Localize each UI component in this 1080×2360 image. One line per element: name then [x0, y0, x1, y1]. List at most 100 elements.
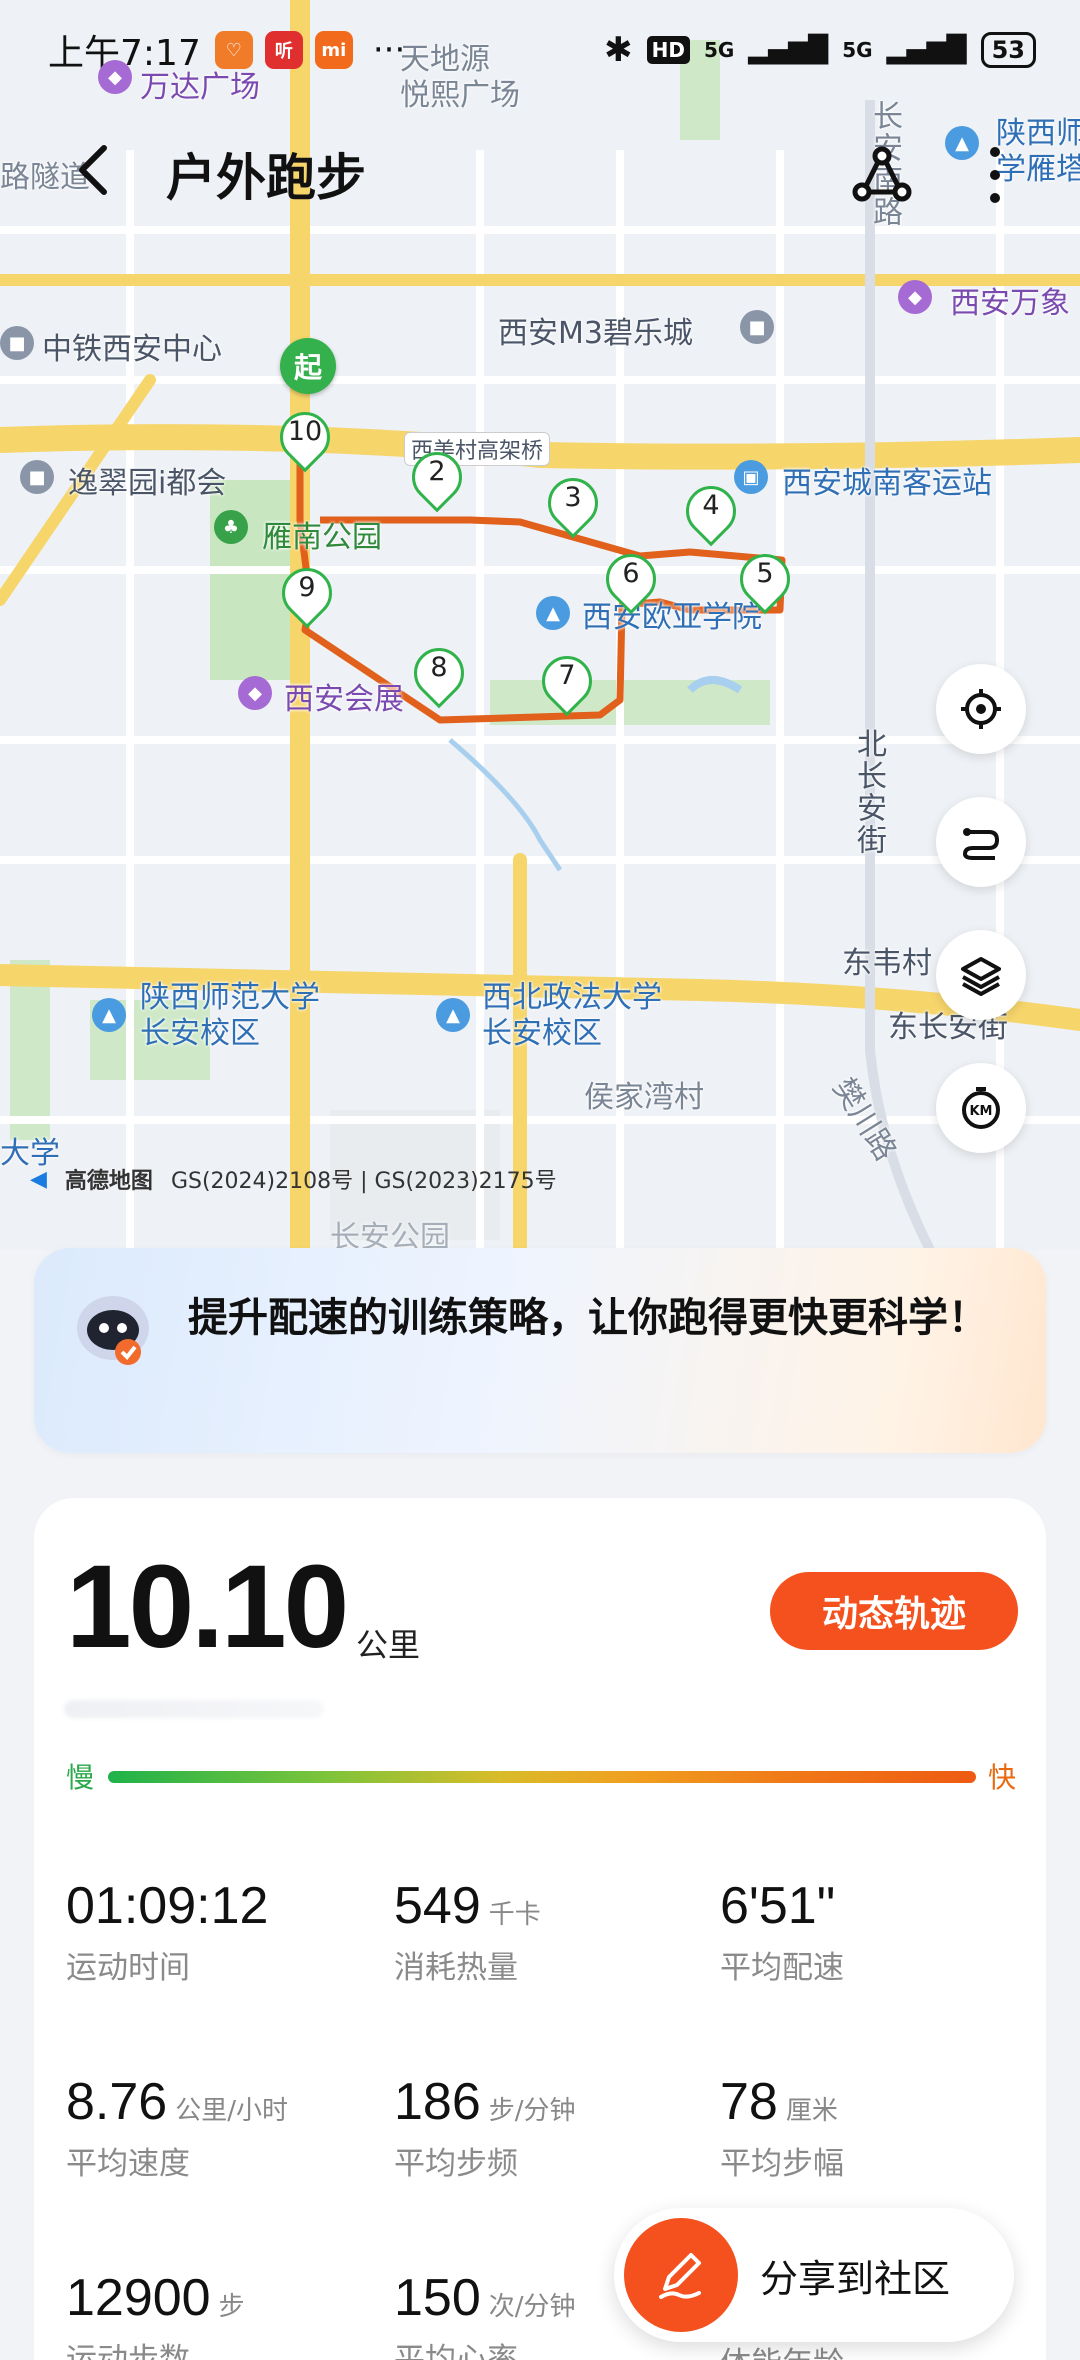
stat-cadence: 186 步/分钟 平均步频: [394, 2072, 576, 2183]
stat-calories: 549 千卡 消耗热量: [394, 1876, 541, 1987]
map-label-zhongtie: 中铁西安中心: [42, 332, 222, 367]
amap-logo-icon: ◀: [30, 1166, 47, 1192]
stat-value: 78: [720, 2073, 778, 2131]
stat-duration: 01:09:12 运动时间: [66, 1876, 268, 1987]
battery-icon: 53: [980, 32, 1036, 68]
map-label-xian-wanxiang: 西安万象: [950, 286, 1070, 321]
km-marker-2[interactable]: 2: [401, 441, 473, 516]
route-icon: [962, 828, 1000, 860]
listen-app-icon: 听: [264, 31, 303, 69]
stat-avg-pace: 6'51" 平均配速: [720, 1876, 844, 1987]
stat-unit: 厘米: [785, 2096, 838, 2126]
km-marker-number: 4: [702, 490, 720, 521]
signal-5g-label-2: 5G: [842, 38, 873, 62]
school-icon: ▲: [536, 596, 570, 630]
km-marker-3[interactable]: 3: [537, 467, 609, 542]
map-label-wanda: 万达广场: [140, 70, 260, 105]
nav-bar: 户外跑步: [0, 130, 1080, 220]
park-icon: ♣: [214, 510, 248, 544]
stat-value: 8.76: [66, 2073, 168, 2131]
stat-unit: 步/分钟: [488, 2096, 576, 2126]
map-brand: 高德地图: [64, 1169, 153, 1194]
km-marker-number: 3: [564, 482, 582, 513]
map-label-m3: 西安M3碧乐城: [498, 316, 693, 351]
stat-value: 549: [394, 1877, 481, 1935]
stat-label: 平均心率: [394, 2342, 518, 2360]
pace-legend: 慢 快: [66, 1756, 1016, 1796]
stat-value: 01:09:12: [66, 1877, 269, 1935]
signal-icon-2: ▂▄▆█: [886, 35, 967, 65]
stat-label: 平均步幅: [720, 2146, 844, 2182]
page-title: 户外跑步: [166, 149, 366, 207]
stat-label: 平均步频: [394, 2146, 518, 2182]
share-to-community-button[interactable]: 分享到社区: [614, 2208, 1014, 2342]
stat-steps: 12900 步 运动步数: [66, 2268, 245, 2360]
map-label-shaanxi-normal: 陕西师范大学长安校区: [140, 980, 320, 1051]
map-label-yanan-park: 雁南公园: [262, 520, 382, 555]
km-marker-4[interactable]: 4: [675, 475, 747, 550]
stat-label: 平均速度: [66, 2146, 190, 2182]
pace-fast-label: 快: [987, 1761, 1016, 1794]
km-marker-9[interactable]: 9: [271, 557, 343, 632]
more-button[interactable]: [975, 140, 1015, 210]
mall-icon: ◆: [98, 60, 132, 94]
stat-avg-speed: 8.76 公里/小时 平均速度: [66, 2072, 288, 2183]
km-marker-number: 7: [558, 660, 576, 691]
km-icon-text: KM: [969, 1104, 992, 1119]
back-arrow-icon: [79, 145, 107, 195]
stat-label: 运动时间: [66, 1950, 190, 1986]
signal-5g-label: 5G: [703, 38, 735, 62]
km-marker-number: 10: [287, 416, 323, 447]
stat-value: 186: [394, 2073, 481, 2131]
back-button[interactable]: [70, 140, 120, 200]
mall-icon: ◆: [898, 280, 932, 314]
mall-icon: ◆: [238, 676, 272, 710]
stat-unit: 步: [218, 2292, 245, 2322]
status-right: ✱ HD 5G ▂▄▆█ 5G ▂▄▆█ 53: [604, 30, 1036, 70]
locate-icon: [961, 689, 1001, 729]
route-toggle-button[interactable]: [936, 797, 1026, 887]
stat-label: 消耗热量: [394, 1950, 518, 1986]
route-map[interactable]: 上午7:17 ♡ 听 mi ··· ✱ HD 5G ▂▄▆█ 5G ▂▄▆█ 5…: [0, 0, 1080, 1250]
start-marker[interactable]: 起: [280, 338, 336, 394]
dynamic-track-button[interactable]: 动态轨迹: [770, 1572, 1018, 1650]
signal-icon: ▂▄▆█: [748, 35, 829, 65]
building-icon: ■: [0, 326, 34, 360]
map-label-huizhan: 西安会展: [284, 682, 404, 717]
stat-heart-rate: 150 次/分钟 平均心率: [394, 2268, 576, 2360]
km-icon: KM: [962, 1087, 1000, 1129]
school-icon: ▲: [92, 998, 126, 1032]
km-marker-10[interactable]: 10: [269, 401, 341, 476]
stat-value: 150: [394, 2269, 481, 2327]
map-label-houjiawan: 侯家湾村: [584, 1080, 704, 1115]
stat-unit: 千卡: [488, 1900, 541, 1930]
km-marker-number: 8: [430, 652, 448, 683]
stat-label: 平均配速: [720, 1950, 844, 1986]
building-icon: ■: [20, 460, 54, 494]
layers-icon: [961, 957, 1001, 996]
hd-icon: HD: [646, 36, 690, 64]
school-icon: ▲: [436, 998, 470, 1032]
km-markers-button[interactable]: KM: [936, 1063, 1026, 1153]
km-marker-5[interactable]: 5: [729, 543, 801, 618]
stat-unit: 公里/小时: [175, 2096, 288, 2126]
km-marker-number: 6: [622, 558, 640, 589]
route-share-icon: [852, 146, 912, 202]
distance-value: 10.10: [66, 1541, 349, 1673]
locate-button[interactable]: [936, 664, 1026, 754]
pace-gradient-bar: [108, 1771, 976, 1783]
map-label-dongwei: 东韦村: [842, 946, 932, 981]
distance-unit: 公里: [356, 1626, 421, 1664]
share-route-button[interactable]: [852, 144, 912, 204]
stat-value: 6'51": [720, 1877, 836, 1935]
stat-unit: 次/分钟: [488, 2292, 576, 2322]
km-marker-number: 9: [298, 572, 316, 603]
training-tip-banner[interactable]: 提升配速的训练策略，让你跑得更快更科学！: [34, 1248, 1046, 1453]
km-marker-6[interactable]: 6: [595, 543, 667, 618]
km-marker-8[interactable]: 8: [403, 637, 475, 712]
layers-button[interactable]: [936, 930, 1026, 1020]
km-marker-7[interactable]: 7: [531, 645, 603, 720]
screen: 上午7:17 ♡ 听 mi ··· ✱ HD 5G ▂▄▆█ 5G ▂▄▆█ 5…: [0, 0, 1080, 2360]
ai-assistant-icon: [77, 1296, 149, 1365]
share-circle: [624, 2218, 738, 2332]
